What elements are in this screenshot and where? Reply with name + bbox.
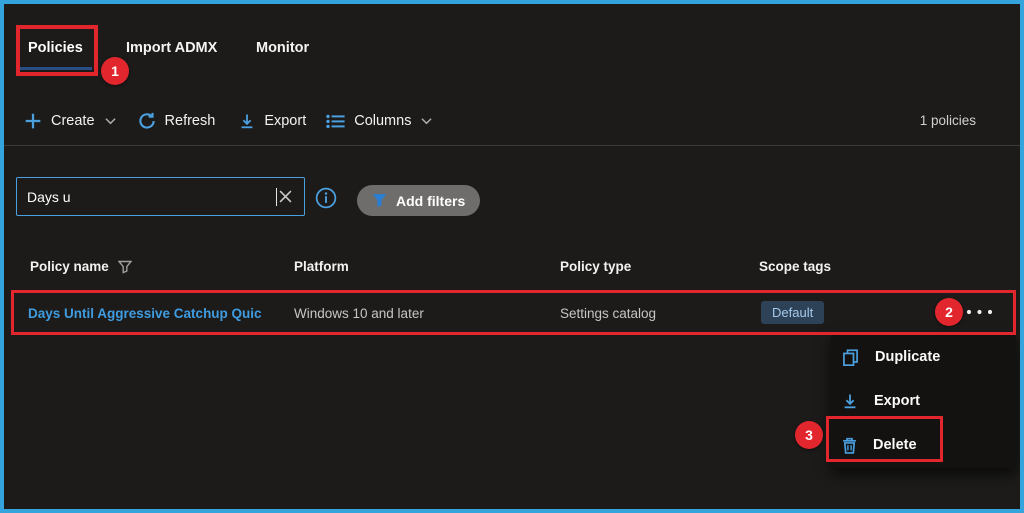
refresh-icon xyxy=(138,112,156,130)
download-icon xyxy=(239,113,255,130)
column-header-policy-name[interactable]: Policy name xyxy=(30,259,132,274)
annotation-badge-3: 3 xyxy=(795,421,823,449)
chevron-down-icon xyxy=(421,117,433,125)
menu-item-delete[interactable]: Delete xyxy=(831,423,1016,467)
annotation-badge-2: 2 xyxy=(935,298,963,326)
create-button[interactable]: Create xyxy=(24,112,116,130)
columns-list-icon xyxy=(326,114,345,129)
tab-policies[interactable]: Policies xyxy=(28,40,83,56)
menu-item-export[interactable]: Export xyxy=(831,379,1016,423)
trash-icon xyxy=(842,437,857,454)
intune-policies-page: Policies Import ADMX Monitor Create Refr… xyxy=(0,0,1024,513)
more-options-button[interactable] xyxy=(962,305,998,319)
copy-icon xyxy=(842,348,859,366)
toolbar-divider xyxy=(4,145,1020,146)
tab-monitor[interactable]: Monitor xyxy=(256,40,309,56)
export-button[interactable]: Export xyxy=(239,113,306,130)
scope-tag-badge: Default xyxy=(761,301,825,324)
command-bar: Create Refresh Export Columns xyxy=(24,106,433,136)
column-header-platform[interactable]: Platform xyxy=(294,259,349,274)
annotation-badge-1: 1 xyxy=(101,57,129,85)
column-header-scope-tags[interactable]: Scope tags xyxy=(759,259,831,274)
policy-type-cell: Settings catalog xyxy=(560,306,657,321)
search-input[interactable] xyxy=(16,177,374,216)
platform-cell: Windows 10 and later xyxy=(294,306,424,321)
refresh-button[interactable]: Refresh xyxy=(138,112,215,130)
clear-search-icon[interactable] xyxy=(277,188,294,205)
active-tab-indicator xyxy=(20,67,92,70)
tab-import-admx[interactable]: Import ADMX xyxy=(126,40,217,56)
menu-item-duplicate[interactable]: Duplicate xyxy=(831,335,1016,379)
column-header-policy-type[interactable]: Policy type xyxy=(560,259,631,274)
columns-button[interactable]: Columns xyxy=(326,113,433,129)
chevron-down-icon xyxy=(104,117,116,125)
policy-count-label: 1 policies xyxy=(919,113,976,128)
plus-icon xyxy=(24,112,42,130)
ellipsis-icon xyxy=(966,309,994,315)
download-icon xyxy=(842,393,858,410)
filter-funnel-icon xyxy=(372,193,387,208)
row-context-menu: Duplicate Export Delete xyxy=(831,335,1016,468)
add-filters-button[interactable]: Add filters xyxy=(357,185,481,216)
policy-name-link[interactable]: Days Until Aggressive Catchup Quic xyxy=(28,306,262,321)
column-filter-icon[interactable] xyxy=(117,260,132,274)
info-icon[interactable] xyxy=(315,187,337,209)
table-row[interactable]: Days Until Aggressive Catchup Quic Windo… xyxy=(4,291,1020,335)
